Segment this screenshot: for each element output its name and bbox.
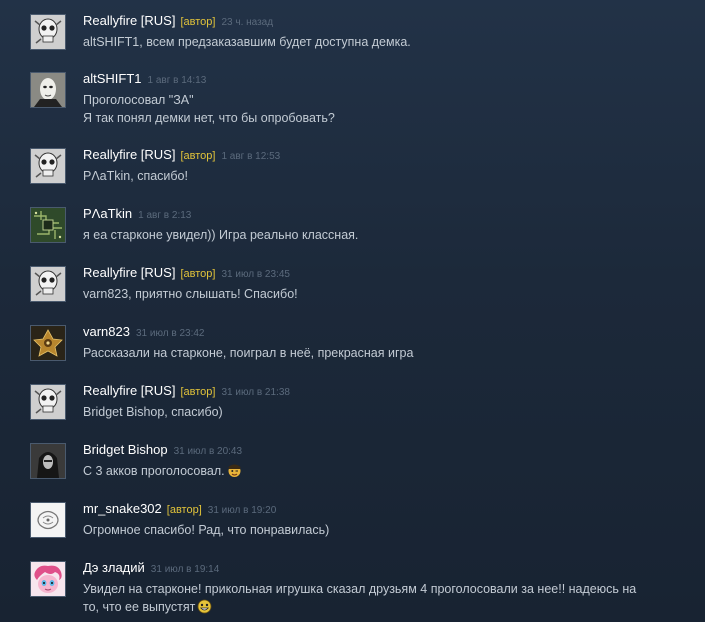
- comment-timestamp: 1 авг в 2:13: [138, 210, 192, 221]
- comment-text: С 3 акков проголосовал.: [83, 462, 690, 480]
- author-name[interactable]: Bridget Bishop: [83, 442, 168, 457]
- circuit-avatar[interactable]: [30, 207, 66, 243]
- author-name[interactable]: PΛaTkin: [83, 206, 132, 221]
- comment-text: Рассказали на старконе, поиграл в неё, п…: [83, 346, 414, 360]
- comment: Reallyfire [RUS] [автор] 23 ч. назад altSH…: [30, 12, 690, 70]
- author-badge[interactable]: [автор]: [180, 386, 215, 398]
- comment-timestamp: 23 ч. назад: [221, 17, 274, 28]
- comment: altSHIFT1 1 авг в 14:13 Проголосовал "ЗА"…: [30, 70, 690, 128]
- author-name[interactable]: altSHIFT1: [83, 71, 142, 86]
- comment-text: Bridget Bishop, спасибо): [83, 405, 223, 419]
- comment-text-content: Увидел на старконе! прикольная игрушка с…: [83, 582, 637, 614]
- winking-face-emote: [228, 464, 241, 477]
- author-name[interactable]: Reallyfire [RUS]: [83, 383, 175, 398]
- comment: Reallyfire [RUS] [автор] 1 авг в 12:53 PΛa…: [30, 146, 690, 204]
- comment-timestamp: 31 июл в 19:14: [150, 564, 220, 575]
- comment-text: altSHIFT1, всем предзаказавшим будет дос…: [83, 35, 411, 49]
- comment-text: PΛaTkin, спасибо!: [83, 169, 188, 183]
- comment-timestamp: 1 авг в 14:13: [147, 75, 207, 86]
- author-badge[interactable]: [автор]: [167, 504, 202, 516]
- comment-text: я еа старконе увидел)) Игра реально клас…: [83, 228, 359, 242]
- pony-avatar[interactable]: [30, 561, 66, 597]
- hooded-avatar[interactable]: [30, 443, 66, 479]
- comment-timestamp: 31 июл в 19:20: [207, 505, 277, 516]
- skull-avatar[interactable]: [30, 148, 66, 184]
- comment-text-content: С 3 акков проголосовал.: [83, 464, 225, 478]
- comment: PΛaTkin 1 авг в 2:13 я еа старконе увидел…: [30, 205, 690, 263]
- comment-timestamp: 31 июл в 23:45: [221, 269, 290, 280]
- author-badge[interactable]: [автор]: [180, 150, 215, 162]
- comment: Reallyfire [RUS] [автор] 31 июл в 23:45 va…: [30, 264, 690, 322]
- comment: varn823 31 июл в 23:42 Рассказали на стар…: [30, 323, 690, 381]
- author-name[interactable]: Дэ зладий: [83, 560, 145, 575]
- emblem-avatar[interactable]: [30, 325, 66, 361]
- skull-avatar[interactable]: [30, 266, 66, 302]
- grinning-face-emote: [197, 599, 212, 614]
- comment: mr_snake302 [автор] 31 июл в 19:20 Огромно…: [30, 500, 690, 558]
- comment-text: Увидел на старконе! прикольная игрушка с…: [83, 580, 690, 616]
- comment-text: Огромное спасибо! Рад, что понравилась): [83, 523, 330, 537]
- author-name[interactable]: Reallyfire [RUS]: [83, 147, 175, 162]
- skull-avatar[interactable]: [30, 384, 66, 420]
- author-badge[interactable]: [автор]: [180, 16, 215, 28]
- comment-timestamp: 31 июл в 20:43: [173, 446, 243, 457]
- comment-text: varn823, приятно слышать! Спасибо!: [83, 287, 298, 301]
- author-name[interactable]: Reallyfire [RUS]: [83, 13, 175, 28]
- mask-avatar[interactable]: [30, 72, 66, 108]
- author-name[interactable]: varn823: [83, 324, 130, 339]
- comment: Reallyfire [RUS] [автор] 31 июл в 21:38 Br…: [30, 382, 690, 440]
- comment-text: Проголосовал "ЗА" Я так понял демки нет,…: [83, 93, 335, 125]
- comment-timestamp: 1 авг в 12:53: [221, 151, 281, 162]
- comment: Bridget Bishop 31 июл в 20:43 С 3 акков п…: [30, 441, 690, 499]
- skull-avatar[interactable]: [30, 14, 66, 50]
- author-badge[interactable]: [автор]: [180, 268, 215, 280]
- comment: Дэ зладий 31 июл в 19:14 Увидел на старко…: [30, 559, 690, 621]
- comment-timestamp: 31 июл в 23:42: [135, 328, 205, 339]
- comment-timestamp: 31 июл в 21:38: [221, 387, 290, 398]
- author-name[interactable]: Reallyfire [RUS]: [83, 265, 175, 280]
- logo-avatar[interactable]: [30, 502, 66, 538]
- author-name[interactable]: mr_snake302: [83, 501, 162, 516]
